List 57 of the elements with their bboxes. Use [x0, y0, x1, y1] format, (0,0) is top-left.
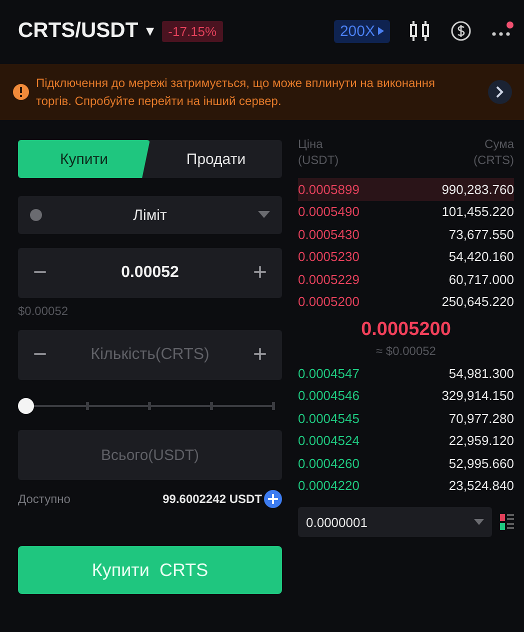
pair-title[interactable]: CRTS/USDT	[18, 19, 138, 43]
order-price[interactable]: 0.0005229	[298, 272, 360, 287]
last-price-usd: ≈ $0.00052	[376, 344, 436, 358]
order-amount: 70,977.280	[448, 410, 514, 426]
order-amount: 990,283.760	[442, 182, 514, 197]
price-field[interactable]: − 0.00052 +	[18, 248, 282, 298]
order-price[interactable]: 0.0005490	[298, 204, 360, 220]
order-price[interactable]: 0.0004545	[298, 410, 360, 426]
add-icon[interactable]	[264, 490, 282, 508]
side-tab[interactable]: Купити	[18, 140, 150, 178]
chevron-right-icon[interactable]	[488, 80, 512, 104]
order-price[interactable]: 0.0005200	[298, 294, 360, 310]
caret-icon	[474, 519, 484, 525]
available-value: 99.6002242 USDT	[162, 492, 262, 506]
order-amount: 54,420.160	[448, 249, 514, 264]
order-amount: 52,995.660	[448, 456, 514, 471]
order-price[interactable]: 0.0005899	[298, 182, 360, 197]
order-type-select[interactable]: Ліміт	[18, 196, 282, 234]
warning-message: Підключення до мережі затримується, що може вплинути на виконання торгів. Спробуйте перейти на інший сервер.	[36, 75, 436, 110]
last-price: 0.0005200	[361, 319, 451, 341]
info-icon	[30, 209, 42, 221]
caret-icon	[258, 211, 270, 219]
slider-thumb[interactable]	[18, 398, 34, 414]
price-usd: $0.00052	[18, 304, 68, 318]
order-price[interactable]: 0.0005430	[298, 226, 360, 242]
order-price[interactable]: 0.0004220	[298, 478, 360, 494]
warning-icon	[12, 83, 30, 101]
order-amount: 60,717.000	[448, 272, 514, 287]
layout-icon[interactable]	[500, 513, 514, 531]
leverage-button[interactable]: 200X	[334, 20, 390, 42]
column-header: Ціна (USDT)	[298, 136, 339, 168]
order-amount: 54,981.300	[448, 366, 514, 381]
order-amount: 23,524.840	[448, 478, 514, 494]
play-icon	[378, 27, 384, 35]
precision-select[interactable]: 0.0000001	[298, 507, 492, 537]
order-amount: 101,455.220	[442, 204, 514, 220]
order-amount: 329,914.150	[442, 388, 514, 404]
order-price[interactable]: 0.0004524	[298, 433, 360, 448]
order-price[interactable]: 0.0005230	[298, 249, 360, 264]
coin-icon[interactable]	[450, 20, 472, 42]
minus-button[interactable]: −	[30, 341, 50, 369]
change-badge: -17.15%	[162, 20, 223, 42]
order-amount: 73,677.550	[448, 226, 514, 242]
plus-button[interactable]: +	[250, 341, 270, 369]
minus-button[interactable]: −	[30, 259, 50, 287]
order-price[interactable]: 0.0004546	[298, 388, 360, 404]
order-amount: 22,959.120	[448, 433, 514, 448]
plus-button[interactable]: +	[250, 259, 270, 287]
side-tab[interactable]: Продати	[150, 140, 282, 178]
candlestick-icon[interactable]	[408, 20, 432, 42]
order-price[interactable]: 0.0004547	[298, 366, 360, 381]
order-amount: 250,645.220	[442, 294, 514, 310]
caret-icon[interactable]: ▾	[146, 21, 154, 41]
order-price[interactable]: 0.0004260	[298, 456, 360, 471]
available-label: Доступно	[18, 492, 72, 506]
amount-field[interactable]: − Кількість(CRTS) +	[18, 330, 282, 380]
column-header: Сума (CRTS)	[474, 136, 514, 168]
